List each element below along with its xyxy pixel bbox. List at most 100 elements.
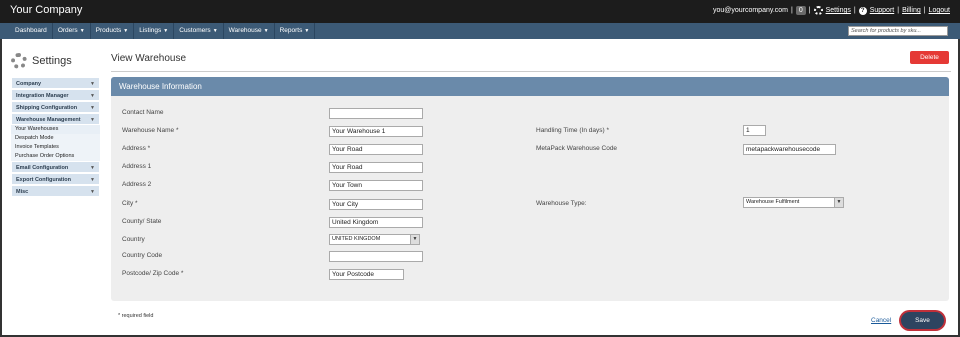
address-2-field[interactable]: Your Town — [329, 180, 423, 191]
sidebar-item-label: Shipping Configuration — [16, 105, 78, 111]
handling-time-label: Handling Time (In days) * — [536, 127, 609, 134]
postcode-field[interactable]: Your Postcode — [329, 269, 404, 280]
separator: | — [791, 7, 793, 14]
sidebar-item-label: Export Configuration — [16, 177, 71, 183]
sidebar-item-warehouse-management[interactable]: Warehouse Management ▼ — [11, 113, 100, 125]
warehouse-type-select[interactable]: Warehouse Fulfilment ▼ — [743, 197, 844, 208]
sidebar-subitem-your-warehouses[interactable]: Your Warehouses — [11, 125, 100, 134]
country-label: Country — [122, 236, 145, 243]
nav-listings[interactable]: Listings ▼ — [134, 23, 175, 39]
nav-orders[interactable]: Orders ▼ — [53, 23, 91, 39]
county-field[interactable]: United Kingdom — [329, 217, 423, 228]
separator: | — [853, 7, 856, 14]
separator: | — [808, 7, 811, 14]
caret-down-icon: ▼ — [263, 28, 269, 34]
sidebar-subitem-purchase-order-options[interactable]: Purchase Order Options — [11, 152, 100, 161]
nav-label: Products — [95, 27, 122, 34]
settings-sidebar: Company ▼ Integration Manager ▼ Shipping C… — [11, 77, 100, 197]
sidebar-item-shipping-configuration[interactable]: Shipping Configuration ▼ — [11, 101, 100, 113]
chevron-down-icon: ▼ — [834, 198, 843, 207]
help-icon: ? — [858, 6, 867, 15]
title-divider — [111, 71, 951, 72]
address-label: Address * — [122, 145, 151, 152]
contact-name-field[interactable] — [329, 108, 423, 119]
country-code-field[interactable] — [329, 251, 423, 262]
nav-label: Orders — [57, 27, 78, 34]
warehouse-name-label: Warehouse Name * — [122, 127, 179, 134]
settings-link[interactable]: Settings — [826, 7, 851, 14]
address-2-label: Address 2 — [122, 181, 152, 188]
address-field[interactable]: Your Road — [329, 144, 423, 155]
sidebar-item-misc[interactable]: Misc ▼ — [11, 185, 100, 197]
sidebar-subitem-despatch-mode[interactable]: Despatch Mode — [11, 134, 100, 143]
logout-link[interactable]: Logout — [929, 7, 950, 14]
sidebar-item-export-configuration[interactable]: Export Configuration ▼ — [11, 173, 100, 185]
panel-title: Warehouse Information — [111, 77, 949, 96]
city-field[interactable]: Your City — [329, 199, 423, 210]
country-select[interactable]: UNITED KINGDOM ▼ — [329, 234, 420, 245]
support-link[interactable]: Support — [870, 7, 895, 14]
nav-dashboard[interactable]: Dashboard — [10, 23, 53, 39]
nav-label: Listings — [139, 27, 162, 34]
sidebar-item-label: Email Configuration — [16, 165, 69, 171]
settings-gear-icon — [11, 53, 27, 69]
brand-name: Your Company — [10, 4, 83, 16]
caret-down-icon: ▼ — [123, 28, 129, 34]
county-label: County/ State — [122, 218, 162, 225]
address-1-label: Address 1 — [122, 163, 152, 170]
sidebar-item-integration-manager[interactable]: Integration Manager ▼ — [11, 89, 100, 101]
nav-reports[interactable]: Reports ▼ — [275, 23, 316, 39]
address-1-field[interactable]: Your Road — [329, 162, 423, 173]
contact-name-label: Contact Name — [122, 109, 164, 116]
cancel-link[interactable]: Cancel — [871, 317, 891, 324]
sidebar-item-company[interactable]: Company ▼ — [11, 77, 100, 89]
nav-label: Warehouse — [228, 27, 262, 34]
metapack-code-field[interactable]: metapackwarehousecode — [743, 144, 836, 155]
nav-products[interactable]: Products ▼ — [91, 23, 135, 39]
country-selected-value: UNITED KINGDOM — [332, 236, 381, 242]
top-bar: Your Company you@yourcompany.com | 0 | S… — [0, 0, 960, 23]
sidebar-item-label: Warehouse Management — [16, 117, 81, 123]
nav-label: Reports — [279, 27, 303, 34]
chevron-down-icon: ▼ — [410, 235, 419, 244]
product-search-input[interactable]: Search for products by sku... — [848, 26, 948, 36]
postcode-label: Postcode/ Zip Code * — [122, 270, 184, 277]
warehouse-type-selected-value: Warehouse Fulfilment — [746, 199, 800, 205]
delete-button[interactable]: Delete — [910, 51, 949, 64]
nav-warehouse[interactable]: Warehouse ▼ — [224, 23, 275, 39]
sidebar-subitem-invoice-templates[interactable]: Invoice Templates — [11, 143, 100, 152]
settings-header: Settings — [11, 53, 72, 69]
warehouse-name-field[interactable]: Your Warehouse 1 — [329, 126, 423, 137]
caret-down-icon: ▼ — [304, 28, 310, 34]
sidebar-item-label: Misc — [16, 189, 29, 195]
account-menu: you@yourcompany.com | 0 | Settings | ? S… — [713, 6, 950, 15]
country-code-label: Country Code — [122, 252, 163, 259]
city-label: City * — [122, 200, 138, 207]
warehouse-info-panel: Warehouse Information Contact Name Wareh… — [111, 77, 949, 301]
page-title: View Warehouse — [111, 53, 187, 64]
sidebar-title: Settings — [32, 55, 72, 67]
caret-down-icon: ▼ — [163, 28, 169, 34]
separator: | — [897, 7, 900, 14]
save-button[interactable]: Save — [901, 312, 944, 329]
nav-label: Dashboard — [15, 27, 47, 34]
gear-icon — [813, 6, 823, 15]
metapack-code-label: MetaPack Warehouse Code — [536, 145, 618, 152]
billing-link[interactable]: Billing — [902, 7, 921, 14]
warehouse-type-label: Warehouse Type: — [536, 200, 587, 207]
notification-badge[interactable]: 0 — [795, 6, 806, 15]
chevron-down-icon: ▼ — [90, 189, 95, 195]
main-nav: Dashboard Orders ▼ Products ▼ Listings ▼ Cu… — [0, 23, 960, 39]
required-field-note: * required field — [118, 313, 154, 319]
nav-customers[interactable]: Customers ▼ — [174, 23, 224, 39]
separator: | — [923, 7, 926, 14]
caret-down-icon: ▼ — [79, 28, 85, 34]
handling-time-field[interactable]: 1 — [743, 125, 766, 136]
sidebar-item-email-configuration[interactable]: Email Configuration ▼ — [11, 161, 100, 173]
nav-label: Customers — [179, 27, 211, 34]
user-email: you@yourcompany.com — [712, 7, 789, 14]
chevron-down-icon: ▼ — [90, 117, 95, 123]
sidebar-item-label: Integration Manager — [16, 93, 69, 99]
sidebar-item-label: Company — [16, 81, 42, 87]
caret-down-icon: ▼ — [212, 28, 218, 34]
